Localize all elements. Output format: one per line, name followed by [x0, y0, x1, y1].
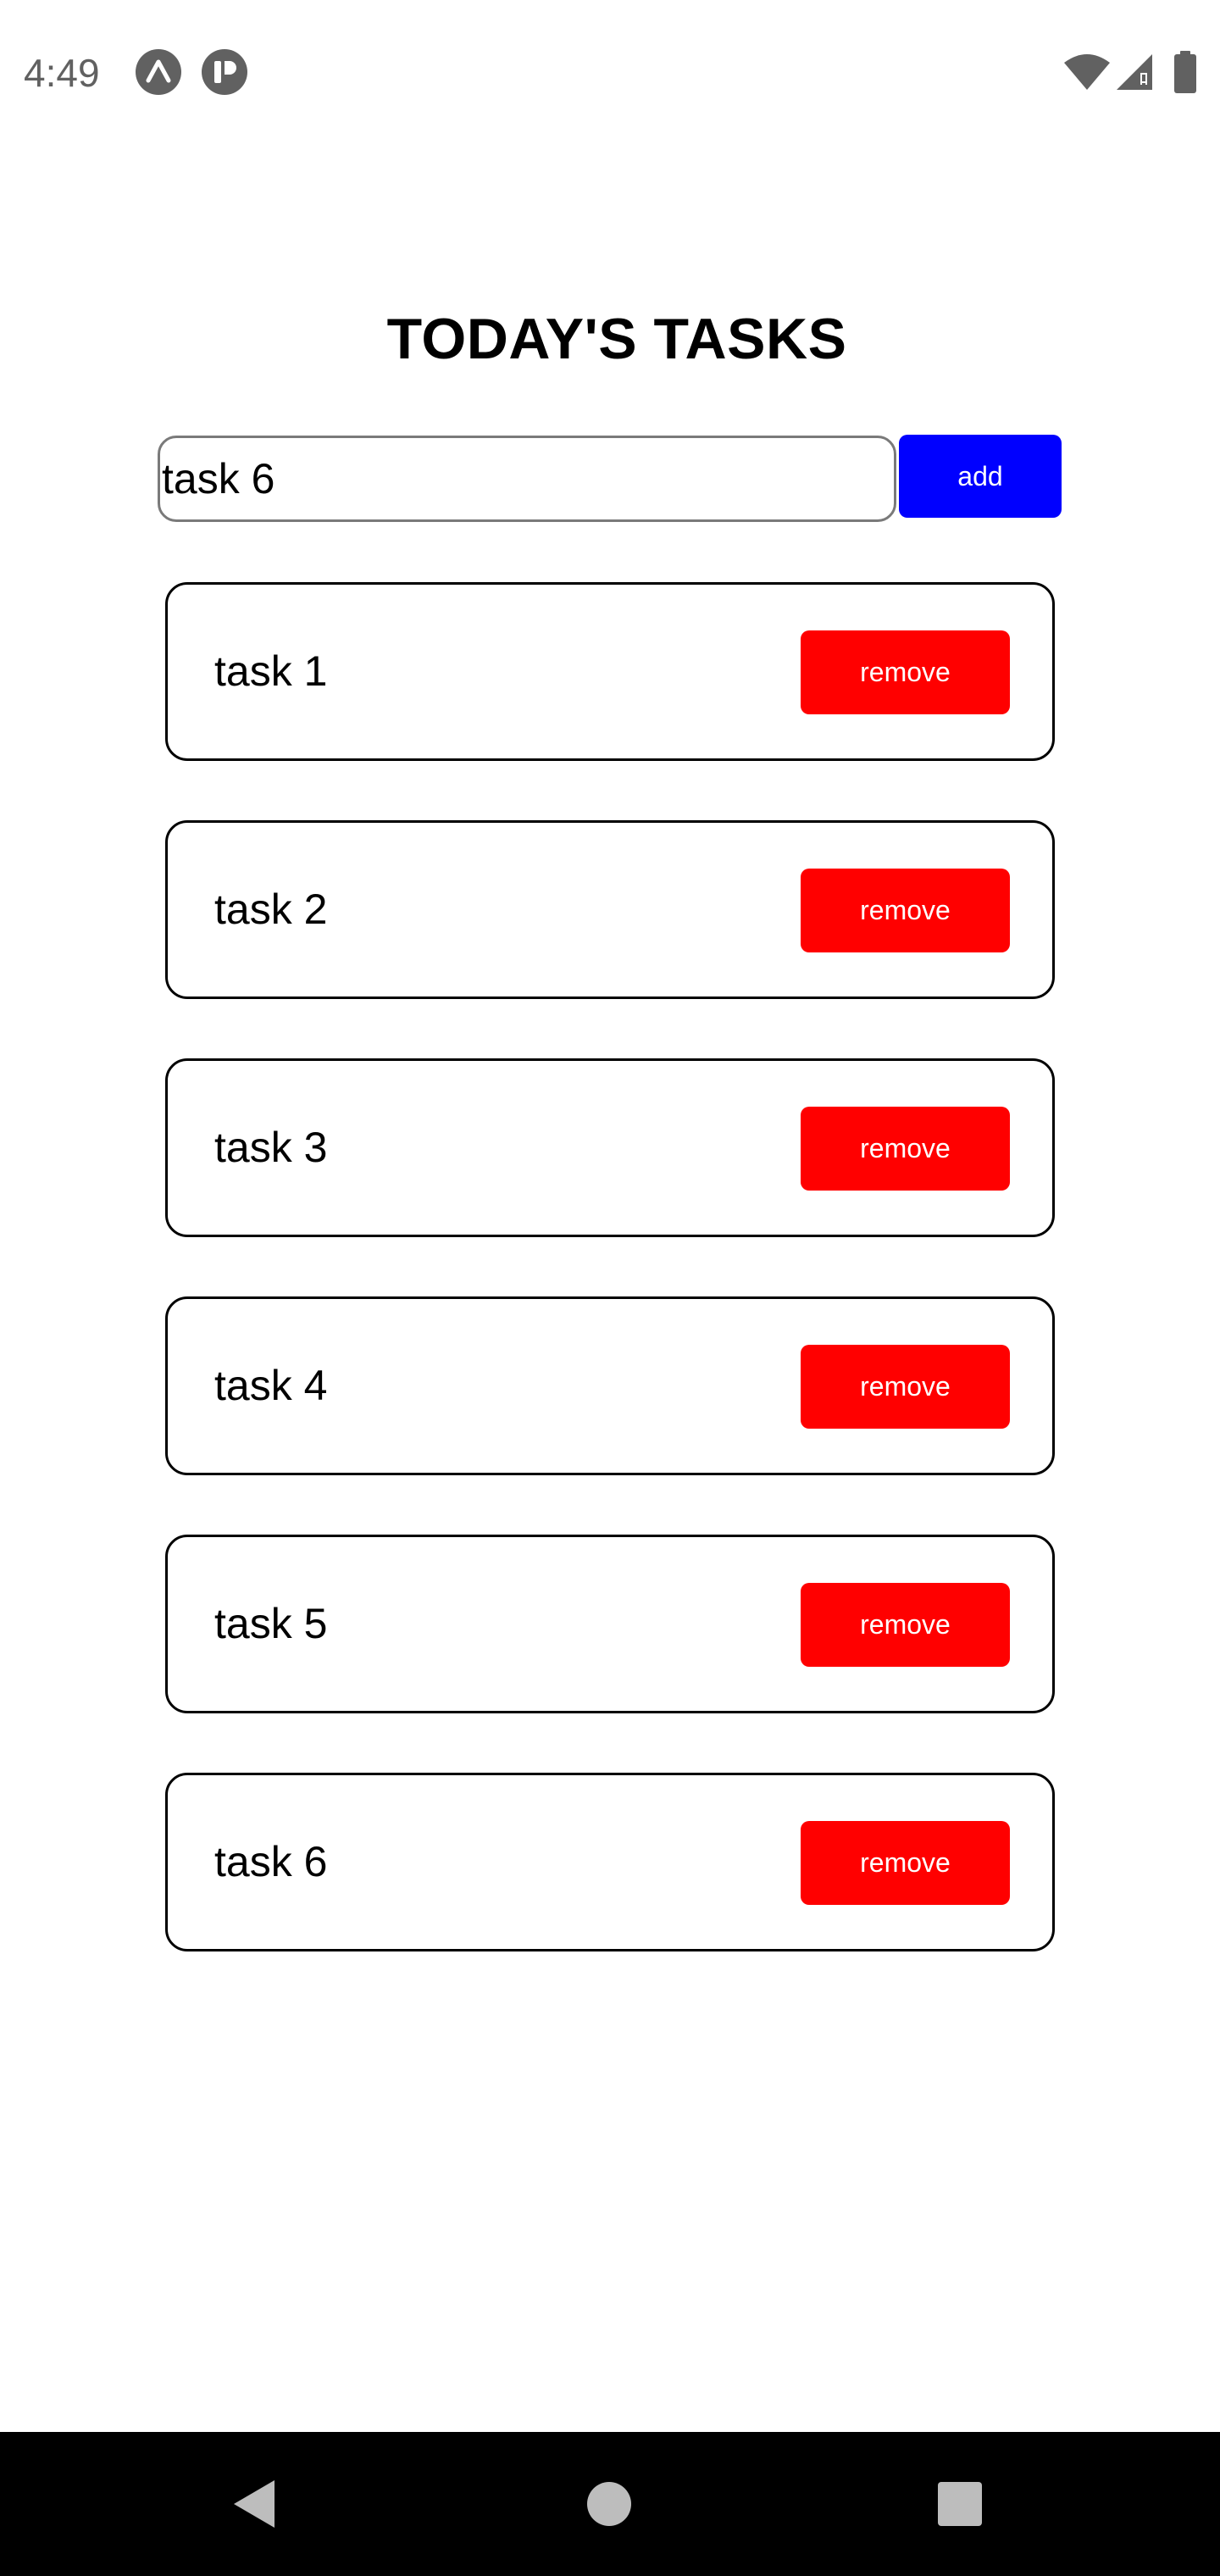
task-item: task 2 remove	[165, 820, 1055, 999]
task-item: task 4 remove	[165, 1296, 1055, 1475]
back-icon[interactable]	[230, 2478, 278, 2530]
page-title: TODAY'S TASKS	[386, 307, 847, 371]
home-icon[interactable]	[587, 2482, 631, 2526]
app-screen: 4:49 TODAY'S TASKS add ta	[0, 0, 1220, 2576]
navigation-bar	[0, 2432, 1220, 2576]
task-item: task 6 remove	[165, 1773, 1055, 1951]
remove-task-button[interactable]: remove	[801, 869, 1010, 952]
remove-task-button[interactable]: remove	[801, 1107, 1010, 1191]
task-label: task 4	[214, 1362, 328, 1409]
wifi-icon	[1064, 54, 1110, 90]
add-task-button[interactable]: add	[899, 435, 1062, 518]
task-item: task 3 remove	[165, 1058, 1055, 1237]
remove-task-button[interactable]: remove	[801, 1345, 1010, 1429]
task-item: task 1 remove	[165, 582, 1055, 761]
task-label: task 6	[214, 1838, 328, 1885]
status-time: 4:49	[24, 51, 100, 95]
cell-signal-icon	[1117, 54, 1152, 90]
task-item: task 5 remove	[165, 1535, 1055, 1713]
remove-task-button[interactable]: remove	[801, 630, 1010, 714]
task-list: task 1 remove task 2 remove task 3 remov…	[165, 582, 1055, 2011]
task-label: task 1	[214, 647, 328, 695]
battery-icon	[1174, 51, 1196, 93]
remove-task-button[interactable]: remove	[801, 1821, 1010, 1905]
status-bar: 4:49	[0, 0, 1220, 144]
app-notification-icon	[202, 49, 247, 95]
recents-icon[interactable]	[938, 2482, 982, 2526]
remove-task-button[interactable]: remove	[801, 1583, 1010, 1667]
task-label: task 3	[214, 1124, 328, 1171]
expo-icon	[136, 49, 181, 95]
task-label: task 5	[214, 1600, 328, 1647]
task-input[interactable]	[158, 436, 896, 522]
task-label: task 2	[214, 886, 328, 933]
